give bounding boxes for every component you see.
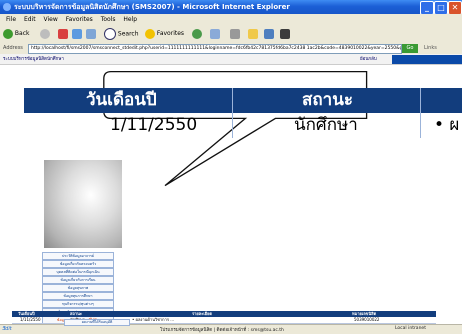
maximize-button[interactable]: □ bbox=[434, 1, 448, 15]
menu-favorites[interactable]: Favorites bbox=[66, 16, 93, 23]
go-button[interactable]: Go bbox=[402, 44, 418, 53]
sidebar-item-activities[interactable]: ทุนกิจกรรม/ทุนต่างๆ bbox=[42, 300, 114, 308]
minimize-button[interactable]: _ bbox=[420, 1, 434, 15]
menu-help[interactable]: Help bbox=[123, 16, 137, 23]
status-zone: Local intranet bbox=[395, 326, 426, 331]
zoomed-cell-date: 1/11/2550 bbox=[110, 115, 198, 135]
print-button[interactable] bbox=[230, 28, 240, 40]
cell-student-id: 5039010022 bbox=[354, 317, 380, 322]
messenger-button[interactable] bbox=[264, 28, 274, 40]
back-arrow-icon bbox=[3, 28, 13, 39]
mail-icon bbox=[210, 28, 220, 39]
zoomed-table-header: วันเดือนปี สถานะ bbox=[24, 88, 462, 112]
stop-button[interactable] bbox=[58, 28, 68, 40]
cell-date: 1/11/2550 bbox=[20, 317, 41, 322]
print-icon bbox=[230, 28, 240, 39]
zoomed-row-divider bbox=[24, 112, 462, 113]
zoomed-table: วันเดือนปี สถานะ 1/11/2550 นักศึกษา • ผ bbox=[24, 88, 462, 140]
menu-file[interactable]: File bbox=[6, 16, 16, 23]
title-bar: ระบบบริหารจัดการข้อมูลนิสิตนักศึกษา (SMS… bbox=[0, 0, 462, 15]
window-title: ระบบบริหารจัดการข้อมูลนิสิตนักศึกษา (SMS… bbox=[14, 3, 290, 11]
tools-icon bbox=[280, 28, 290, 39]
star-icon bbox=[145, 28, 155, 39]
zoomed-col-divider bbox=[420, 88, 421, 138]
sidebar-item-instructor[interactable]: ประวัติข้อมูลอาจารย์ bbox=[42, 252, 114, 260]
zoomed-col-date: วันเดือนปี bbox=[86, 90, 157, 110]
search-icon bbox=[104, 28, 116, 40]
menu-edit[interactable]: Edit bbox=[24, 16, 36, 23]
sidebar-item-emergency-contact[interactable]: บุคคลที่ติดต่อในกรณีฉุกเฉิน bbox=[42, 268, 114, 276]
sidebar-item-health[interactable]: ข้อมูลสุขภาพ bbox=[42, 284, 114, 292]
folder-button[interactable] bbox=[248, 28, 258, 40]
forward-button[interactable] bbox=[40, 28, 50, 40]
ie-logo-icon bbox=[3, 3, 11, 11]
back-button[interactable]: Back bbox=[3, 28, 30, 40]
menu-tools[interactable]: Tools bbox=[101, 16, 116, 23]
sidebar-item-family[interactable]: ข้อมูลเกี่ยวกับครอบครัว bbox=[42, 260, 114, 268]
stop-icon bbox=[58, 28, 68, 39]
folder-icon bbox=[248, 28, 258, 39]
toolbar: Back Search Favorites bbox=[0, 25, 462, 44]
status-text: โปรแกรมจัดการข้อมูลนิสิต | ติดต่อเจ้าหน้… bbox=[160, 328, 284, 333]
favorites-label: Favorites bbox=[156, 30, 185, 37]
home-button[interactable] bbox=[86, 28, 96, 40]
page-title: ระบบบริหารข้อมูลนิสิตนักศึกษา bbox=[3, 57, 64, 62]
back-label: Back bbox=[14, 30, 30, 37]
mail-button[interactable] bbox=[210, 28, 220, 40]
search-button[interactable]: Search bbox=[104, 28, 139, 40]
student-photo bbox=[44, 160, 122, 248]
zoomed-col-divider bbox=[232, 88, 233, 138]
zoomed-cell-detail: • ผ bbox=[434, 115, 460, 135]
header-banner bbox=[392, 55, 462, 64]
home-icon bbox=[86, 28, 96, 39]
back-link[interactable]: ย้อนกลับ bbox=[360, 55, 377, 62]
footer-link[interactable]: ผลงานที่ได้รับอนุมัติ bbox=[64, 319, 130, 326]
sidebar-item-study[interactable]: ข้อมูลเกี่ยวกับการเรียน bbox=[42, 276, 114, 284]
zoomed-col-status: สถานะ bbox=[302, 90, 353, 110]
forward-arrow-icon bbox=[40, 28, 50, 39]
refresh-button[interactable] bbox=[72, 28, 82, 40]
refresh-icon bbox=[72, 28, 82, 39]
cell-detail: • ผลงานด้านวิชาการ ... bbox=[132, 317, 175, 322]
tools-button[interactable] bbox=[280, 28, 290, 40]
address-input[interactable]: http://localhost/fi/sms2007/smsconnect_s… bbox=[28, 44, 402, 54]
history-icon bbox=[192, 28, 202, 39]
close-button[interactable]: ✕ bbox=[448, 1, 462, 15]
status-logo: Ǝdit bbox=[2, 326, 12, 332]
links-button[interactable]: Links bbox=[424, 43, 437, 54]
sidebar-item-scholarship[interactable]: ข้อมูลทุนการศึกษา bbox=[42, 292, 114, 300]
history-button[interactable] bbox=[192, 28, 202, 40]
zoomed-cell-status: นักศึกษา bbox=[294, 115, 358, 135]
search-label: Search bbox=[117, 30, 139, 38]
address-label: Address bbox=[3, 45, 23, 51]
messenger-icon bbox=[264, 28, 274, 39]
favorites-button[interactable]: Favorites bbox=[145, 28, 184, 40]
menu-view[interactable]: View bbox=[44, 16, 58, 23]
